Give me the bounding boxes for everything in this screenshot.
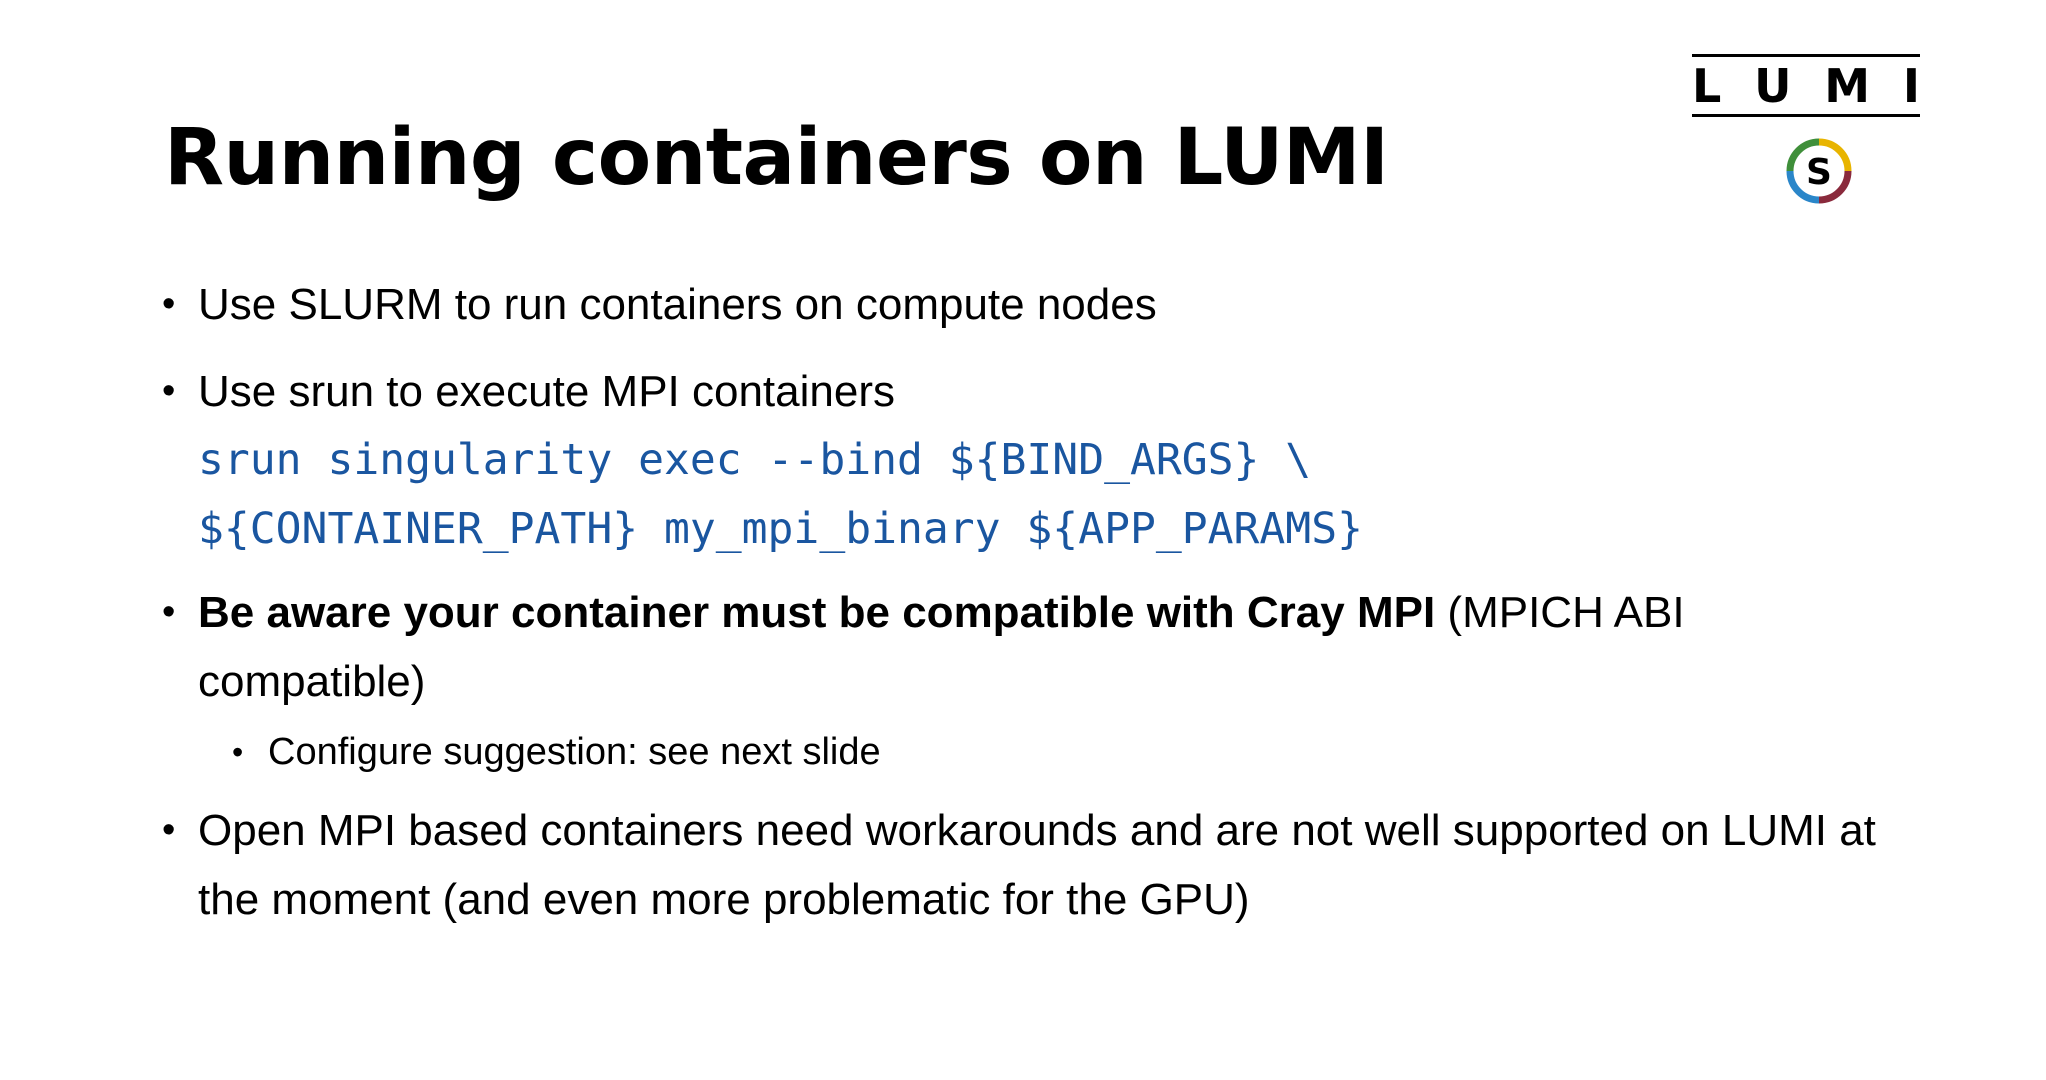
- bullet-glyph: •: [162, 591, 176, 633]
- slide-title: Running containers on LUMI: [164, 113, 1389, 203]
- logo-letter: U: [1754, 59, 1792, 113]
- logo-top-rule: [1692, 54, 1920, 57]
- bullet-bold-text: Be aware your container must be compatib…: [198, 588, 1436, 637]
- singularity-logo-icon: S: [1786, 138, 1852, 204]
- bullet-item: • Use SLURM to run containers on compute…: [160, 270, 1920, 339]
- logo-wordmark: L U M I: [1692, 62, 1920, 110]
- bullet-item: • Use srun to execute MPI containers sru…: [160, 357, 1920, 564]
- bullet-glyph: •: [162, 809, 176, 851]
- bullet-item: • Be aware your container must be compat…: [160, 578, 1920, 782]
- bullet-glyph: •: [162, 283, 176, 325]
- bullet-text: Use SLURM to run containers on compute n…: [198, 280, 1157, 329]
- logo-mark-letter: S: [1806, 152, 1832, 193]
- bullet-text: Open MPI based containers need workaroun…: [198, 806, 1876, 924]
- bullet-glyph: •: [162, 370, 176, 412]
- lumi-logo: L U M I S: [1692, 52, 1920, 212]
- sub-bullet-glyph: •: [232, 734, 244, 770]
- logo-letter: M: [1824, 59, 1871, 113]
- code-line: ${CONTAINER_PATH} my_mpi_binary ${APP_PA…: [198, 504, 1363, 554]
- bullet-list: • Use SLURM to run containers on compute…: [160, 270, 1920, 934]
- bullet-item: • Open MPI based containers need workaro…: [160, 796, 1920, 934]
- logo-letter: L: [1692, 59, 1722, 113]
- logo-letter: I: [1902, 59, 1920, 113]
- sub-bullet-text: Configure suggestion: see next slide: [268, 731, 881, 773]
- logo-bottom-rule: [1692, 114, 1920, 117]
- sub-bullet-item: • Configure suggestion: see next slide: [232, 722, 1920, 782]
- slide: Running containers on LUMI L U M I S • U…: [0, 0, 2046, 1080]
- code-line: srun singularity exec --bind ${BIND_ARGS…: [198, 435, 1312, 485]
- bullet-text: Use srun to execute MPI containers: [198, 367, 895, 416]
